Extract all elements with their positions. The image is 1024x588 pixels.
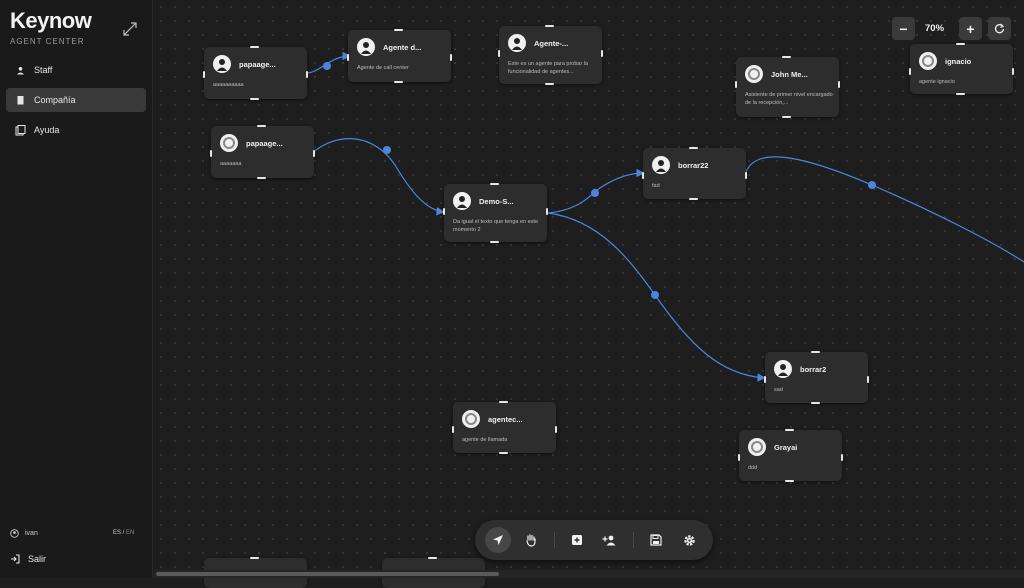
agent-name: papaage... (246, 139, 283, 148)
navigate-icon (493, 535, 503, 545)
user-circle-icon (10, 529, 19, 538)
add-node-icon (572, 535, 582, 545)
logout-icon (11, 554, 20, 564)
reset-view-button[interactable] (988, 17, 1011, 40)
zoom-in-button[interactable]: + (959, 17, 982, 40)
save-icon (650, 534, 662, 546)
building-icon (14, 95, 26, 105)
avatar (745, 65, 763, 83)
avatar (919, 52, 937, 70)
agent-name: Grayai (774, 443, 798, 452)
current-user[interactable]: ivan (10, 529, 38, 538)
agent-description: Agente de call center (357, 65, 409, 71)
user-name: ivan (25, 530, 38, 537)
agent-node[interactable]: ignacio agente ignacio (909, 43, 1014, 95)
agent-node[interactable]: borrar2 sad (764, 351, 869, 404)
agent-name: ignacio (945, 57, 972, 66)
logout-label: Salir (28, 554, 47, 564)
zoom-level: 70% (925, 23, 945, 34)
brand-logo: Keynow (10, 8, 92, 33)
lang-es[interactable]: ES / (113, 530, 124, 536)
sidebar-item-help[interactable]: Ayuda (6, 118, 146, 142)
sidebar-item-label: Ayuda (34, 125, 60, 135)
avatar (220, 134, 238, 152)
agent-description: aaaaaaa (220, 161, 242, 167)
agent-node[interactable]: Agente-... Este es un agente para probar… (498, 25, 603, 85)
agent-description: ddd (748, 465, 758, 471)
avatar (462, 410, 480, 428)
agent-node[interactable]: borrar22 fad (642, 147, 747, 200)
language-switch[interactable]: ES / EN (113, 530, 134, 536)
agent-name: Agente d... (383, 43, 422, 52)
logout-button[interactable]: Salir (10, 554, 46, 564)
add-node-button[interactable] (564, 527, 590, 553)
agent-description: agente de llamada (462, 437, 508, 443)
agent-name: John Me... (771, 70, 808, 79)
sidebar-item-label: Staff (34, 65, 53, 75)
avatar (453, 192, 471, 210)
lang-en[interactable]: EN (126, 530, 134, 536)
agent-name: borrar22 (678, 161, 709, 170)
avatar (774, 360, 792, 378)
person-icon (14, 66, 26, 75)
agent-node[interactable]: agentec... agente de llamada (452, 401, 557, 454)
avatar (357, 38, 375, 56)
agent-description: Da igual el texto que tenga en este mome… (453, 219, 539, 233)
collapse-sidebar-icon[interactable] (121, 20, 139, 38)
settings-button[interactable] (676, 527, 702, 553)
book-icon (14, 124, 26, 136)
agent-node[interactable]: Agente d... Agente de call center (347, 29, 452, 83)
agent-description: aaaaaaaaaa (213, 82, 244, 88)
canvas-toolbar (475, 520, 713, 560)
sidebar-item-company[interactable]: Compañía (6, 88, 146, 112)
agent-node[interactable]: John Me... Asistente de primer nivel enc… (735, 56, 840, 118)
agent-description: fad (652, 183, 660, 189)
agent-node[interactable]: Grayai ddd (738, 429, 843, 482)
sidebar: Keynow AGENT CENTER Staff Compañía Ayuda… (0, 0, 153, 578)
add-user-icon (602, 535, 615, 546)
agent-name: Agente-... (534, 39, 569, 48)
agent-description: Asistente de primer nivel encargado de l… (745, 92, 833, 106)
zoom-out-button[interactable]: − (892, 17, 915, 40)
agent-name: papaage... (239, 60, 276, 69)
sidebar-item-label: Compañía (34, 95, 76, 105)
hand-icon (526, 534, 536, 547)
horizontal-scrollbar[interactable] (154, 570, 1024, 578)
agent-node[interactable]: papaage... aaaaaaaaaa (203, 46, 308, 100)
save-button[interactable] (643, 527, 669, 553)
settings-icon (683, 534, 695, 546)
avatar (213, 55, 231, 73)
hand-tool-button[interactable] (518, 527, 544, 553)
agent-node[interactable]: Demo-S... Da igual el texto que tenga en… (443, 183, 548, 243)
agent-description: agente ignacio (919, 79, 955, 85)
avatar (508, 34, 526, 52)
agent-node[interactable]: papaage... aaaaaaa (210, 125, 315, 179)
agent-description: sad (774, 387, 783, 393)
add-user-button[interactable] (596, 527, 622, 553)
agent-name: agentec... (488, 415, 523, 424)
avatar (748, 438, 766, 456)
agent-description: Este es un agente para probar la funcion… (508, 61, 589, 75)
navigate-tool-button[interactable] (485, 527, 511, 553)
reset-icon (994, 23, 1005, 34)
brand-subtitle: AGENT CENTER (10, 37, 85, 46)
agent-name: borrar2 (800, 365, 827, 374)
scrollbar-thumb[interactable] (156, 572, 499, 576)
sidebar-item-staff[interactable]: Staff (6, 58, 146, 82)
agent-name: Demo-S... (479, 197, 514, 206)
avatar (652, 156, 670, 174)
